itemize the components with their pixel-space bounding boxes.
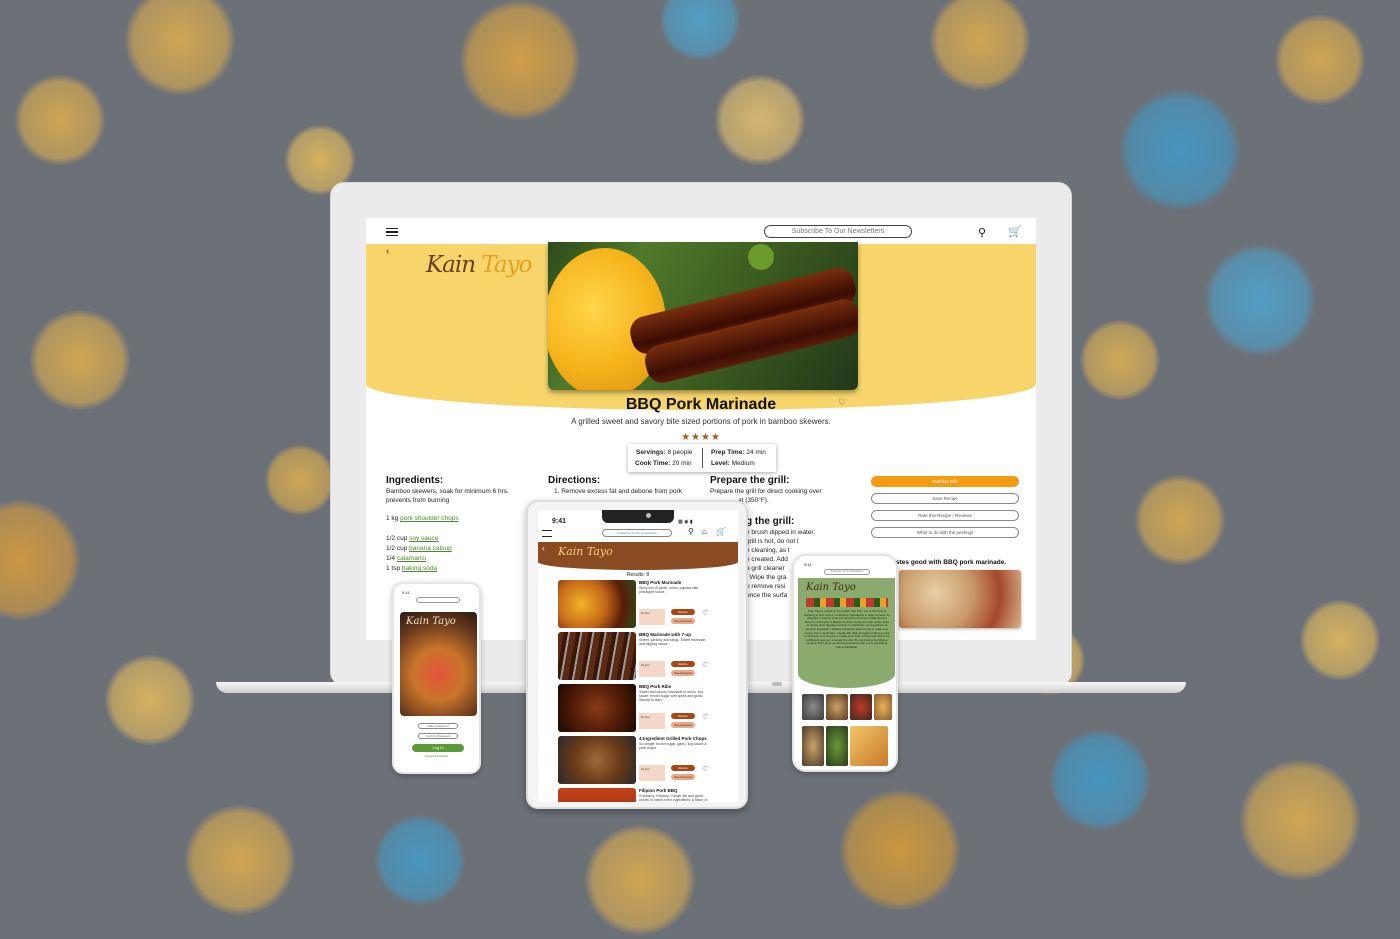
ingredient-link[interactable]: baking soda bbox=[402, 565, 437, 572]
favorite-heart-icon[interactable]: ♡ bbox=[702, 609, 708, 617]
nutrition-info-button[interactable]: Nutrition Info bbox=[871, 476, 1019, 487]
food-strip bbox=[806, 598, 888, 607]
tablet-screen: 9:41 ▩ ◉ ▮ Subscribe To Our Newsletters … bbox=[538, 510, 738, 802]
bokeh-light bbox=[660, 0, 740, 60]
bokeh-light bbox=[1135, 475, 1225, 565]
ingredient-link[interactable]: pork shoulder chops bbox=[400, 515, 459, 522]
ingredient-link[interactable]: soy sauce bbox=[409, 535, 438, 542]
bokeh-light bbox=[1240, 760, 1360, 880]
recipe-button[interactable]: Recipe bbox=[671, 713, 695, 719]
fried-rice-image[interactable] bbox=[899, 570, 1021, 628]
laptop-notch bbox=[772, 682, 782, 686]
bokeh-light bbox=[1120, 90, 1240, 210]
soup-image: Kain Tayo bbox=[400, 612, 477, 716]
food-thumb[interactable] bbox=[802, 694, 824, 720]
bokeh-light bbox=[840, 790, 960, 910]
search-icon[interactable]: ⚲ bbox=[978, 226, 986, 239]
recipe-card[interactable]: Filipino Pork BBQ Cranberry, Ketchup, Gin… bbox=[558, 788, 730, 802]
newsletter-input[interactable]: Subscribe To Our Newsletters bbox=[764, 225, 912, 238]
recipe-info-box: Servings: 8 people Cook Time: 20 min Pre… bbox=[628, 444, 776, 472]
rate-recipe-button[interactable]: Rate this Recipe / Reviews bbox=[871, 510, 1019, 521]
newsletter-input[interactable]: Subscribe To Our Newsletters bbox=[824, 569, 870, 575]
status-time: 9:41 bbox=[804, 562, 812, 567]
search-icon[interactable]: ⚲ bbox=[688, 527, 694, 536]
top-bar: Subscribe To Our Newsletters ⚲ 🛒 bbox=[366, 218, 1036, 244]
confirm-password-field[interactable]: Confirm Password bbox=[418, 733, 458, 739]
recipe-button[interactable]: Recipe bbox=[671, 609, 695, 615]
cart-icon[interactable]: 🛒 bbox=[716, 527, 726, 536]
recipe-card[interactable]: 4-Ingredient Grilled Pork Chops So simple… bbox=[558, 736, 730, 784]
reviews-button[interactable]: See Reviews bbox=[671, 670, 695, 676]
back-arrow-icon[interactable]: ‹ bbox=[542, 544, 545, 553]
home-icon[interactable]: ⌂ bbox=[702, 527, 707, 536]
newsletter-input[interactable]: Subscribe To Our Newsletters bbox=[602, 529, 672, 537]
favorite-heart-icon[interactable]: ♡ bbox=[702, 765, 708, 773]
bokeh-light bbox=[1275, 15, 1365, 105]
rating-stars[interactable]: ★★★★ bbox=[366, 432, 1036, 443]
recipe-title: BBQ Pork Marinade bbox=[625, 396, 777, 413]
cart-icon[interactable]: 🛒 bbox=[1008, 225, 1022, 238]
reviews-button[interactable]: See Reviews bbox=[671, 774, 695, 780]
recipe-card[interactable]: BBQ Pork Marinade Spicy mix of garlic, on… bbox=[558, 580, 730, 628]
favorite-heart-icon[interactable]: ♡ bbox=[838, 397, 846, 408]
bokeh-light bbox=[930, 0, 1030, 90]
food-thumb[interactable] bbox=[874, 694, 892, 720]
bokeh-light bbox=[1080, 320, 1160, 400]
bokeh-light bbox=[585, 825, 695, 935]
bokeh-light bbox=[460, 0, 580, 120]
forgot-password-link[interactable]: Forgot Password bbox=[394, 754, 479, 758]
logo[interactable]: Kain Tayo bbox=[558, 545, 613, 558]
save-recipe-button[interactable]: Save Recipe bbox=[871, 493, 1019, 504]
logo[interactable]: Kain Tayo bbox=[426, 252, 532, 278]
ingredients-section: Ingredients: Bamboo skewers, soak for mi… bbox=[386, 475, 509, 573]
pairing-heading: stes good with BBQ pork marinade. bbox=[896, 559, 1007, 566]
recipe-hero-image bbox=[548, 242, 858, 390]
directions-section: Directions: 1. Remove excess fat and deb… bbox=[548, 475, 682, 496]
food-thumb[interactable] bbox=[802, 726, 824, 766]
bokeh-light bbox=[105, 655, 195, 745]
recipe-card[interactable]: BBQ Marinade with 7-up Sweet, garlicky an… bbox=[558, 632, 730, 680]
bokeh-light bbox=[1050, 730, 1150, 830]
ingredient-link[interactable]: calamansi bbox=[397, 555, 426, 562]
bokeh-light bbox=[185, 805, 295, 915]
bokeh-light bbox=[0, 500, 80, 620]
reviews-button[interactable]: See Reviews bbox=[671, 722, 695, 728]
bokeh-light bbox=[1205, 245, 1315, 355]
bokeh-light bbox=[715, 75, 805, 165]
bokeh-light bbox=[30, 310, 130, 410]
logo[interactable]: Kain Tayo bbox=[806, 582, 856, 593]
back-arrow-icon[interactable]: ‹ bbox=[386, 246, 389, 257]
reviews-button[interactable]: See Reviews bbox=[671, 618, 695, 624]
favorite-heart-icon[interactable]: ♡ bbox=[702, 713, 708, 721]
tablet-mockup: 9:41 ▩ ◉ ▮ Subscribe To Our Newsletters … bbox=[526, 500, 748, 809]
favorite-heart-icon[interactable]: ♡ bbox=[702, 661, 708, 669]
status-time: 9:41 bbox=[402, 590, 410, 595]
phone-about-mockup: 9:41 Subscribe To Our Newsletters Kain T… bbox=[792, 554, 898, 772]
bokeh-light bbox=[375, 815, 465, 905]
menu-icon[interactable] bbox=[386, 228, 398, 236]
bokeh-light bbox=[125, 0, 235, 95]
food-thumb[interactable] bbox=[826, 694, 848, 720]
login-button[interactable]: Log In bbox=[412, 744, 464, 752]
bokeh-light bbox=[15, 75, 105, 165]
food-thumb[interactable] bbox=[826, 726, 848, 766]
status-time: 9:41 bbox=[552, 518, 567, 525]
peelings-button[interactable]: What to do with the peelings bbox=[871, 527, 1019, 538]
menu-icon[interactable] bbox=[542, 530, 552, 537]
bokeh-light bbox=[1300, 600, 1380, 680]
results-count: Results: 8 bbox=[626, 572, 650, 578]
about-text: Kain Tayo's meaning "Let's Eat" was born… bbox=[804, 610, 890, 649]
recipe-card[interactable]: BBQ Pork Ribs Sweet and savory marinade o… bbox=[558, 684, 730, 732]
make-password-field[interactable]: Make Password bbox=[418, 723, 458, 729]
phone-login-mockup: 9:41 Kain Tayo Make Password Confirm Pas… bbox=[392, 582, 481, 774]
food-thumb[interactable] bbox=[850, 726, 888, 766]
recipe-subtitle: A grilled sweet and savory bite sized po… bbox=[571, 417, 831, 426]
recipe-button[interactable]: Recipe bbox=[671, 765, 695, 771]
ingredient-link[interactable]: banana catsup bbox=[409, 545, 452, 552]
bokeh-light bbox=[265, 445, 335, 515]
food-thumb[interactable] bbox=[850, 694, 872, 720]
recipe-button[interactable]: Recipe bbox=[671, 661, 695, 667]
